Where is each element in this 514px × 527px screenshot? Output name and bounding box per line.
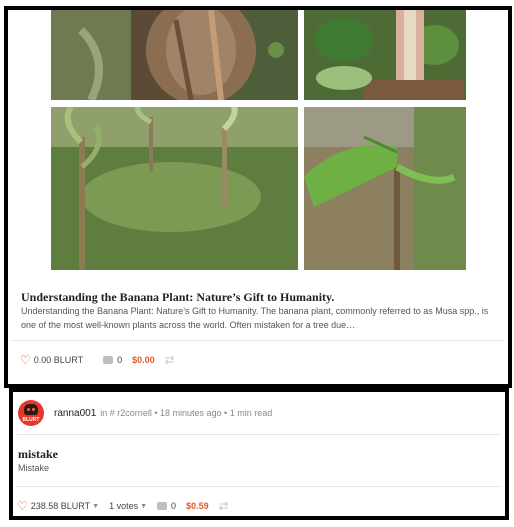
bullet-separator: • — [151, 408, 160, 418]
post-header: BLURT ranna001 in # r2cornell • 18 minut… — [18, 398, 272, 428]
comment-icon[interactable] — [103, 356, 114, 364]
votes-count[interactable]: 1 votes — [109, 501, 138, 511]
heart-icon[interactable]: ♡ — [17, 500, 28, 512]
read-time: 1 min read — [229, 408, 273, 418]
post-card-mistake[interactable]: BLURT ranna001 in # r2cornell • 18 minut… — [9, 388, 509, 520]
post-card-banana[interactable]: Understanding the Banana Plant: Nature’s… — [4, 6, 512, 388]
avatar[interactable]: BLURT — [18, 400, 44, 426]
votes-value[interactable]: 238.58 BLURT — [31, 501, 90, 511]
comment-count[interactable]: 0 — [117, 355, 122, 365]
votes-value[interactable]: 0.00 BLURT — [34, 355, 83, 365]
caret-down-icon[interactable]: ▼ — [92, 503, 99, 510]
time-ago: 18 minutes ago — [159, 408, 222, 418]
payout-value[interactable]: $0.00 — [132, 355, 155, 365]
divider — [17, 434, 501, 435]
in-label: in — [100, 408, 108, 418]
post-image-shoot[interactable] — [304, 10, 466, 100]
caret-down-icon[interactable]: ▼ — [140, 503, 147, 510]
post-title[interactable]: mistake — [18, 447, 58, 462]
heart-icon[interactable]: ♡ — [20, 354, 31, 366]
divider — [12, 340, 504, 341]
post-image-single-plant[interactable] — [304, 107, 466, 270]
post-excerpt[interactable]: Understanding the Banana Plant: Nature’s… — [21, 304, 501, 332]
community-link[interactable]: # r2cornell — [110, 408, 152, 418]
bullet-separator: • — [221, 408, 230, 418]
divider — [17, 486, 501, 487]
avatar-logo-text: BLURT — [22, 417, 40, 423]
post-image-garden[interactable] — [51, 107, 298, 270]
post-footer: ♡ 238.58 BLURT ▼ 1 votes ▼ 0 $0.59 ⇄ — [17, 499, 229, 513]
comment-count[interactable]: 0 — [171, 501, 176, 511]
reblog-icon[interactable]: ⇄ — [165, 353, 175, 367]
post-footer: ♡ 0.00 BLURT 0 $0.00 ⇄ — [20, 353, 175, 367]
post-image-stem-closeup[interactable] — [51, 10, 298, 100]
author-name[interactable]: ranna001 — [54, 408, 96, 419]
payout-value[interactable]: $0.59 — [186, 501, 209, 511]
comment-icon[interactable] — [157, 502, 168, 510]
post-body[interactable]: Mistake — [18, 463, 49, 473]
reblog-icon[interactable]: ⇄ — [219, 499, 229, 513]
post-title[interactable]: Understanding the Banana Plant: Nature’s… — [21, 290, 501, 305]
